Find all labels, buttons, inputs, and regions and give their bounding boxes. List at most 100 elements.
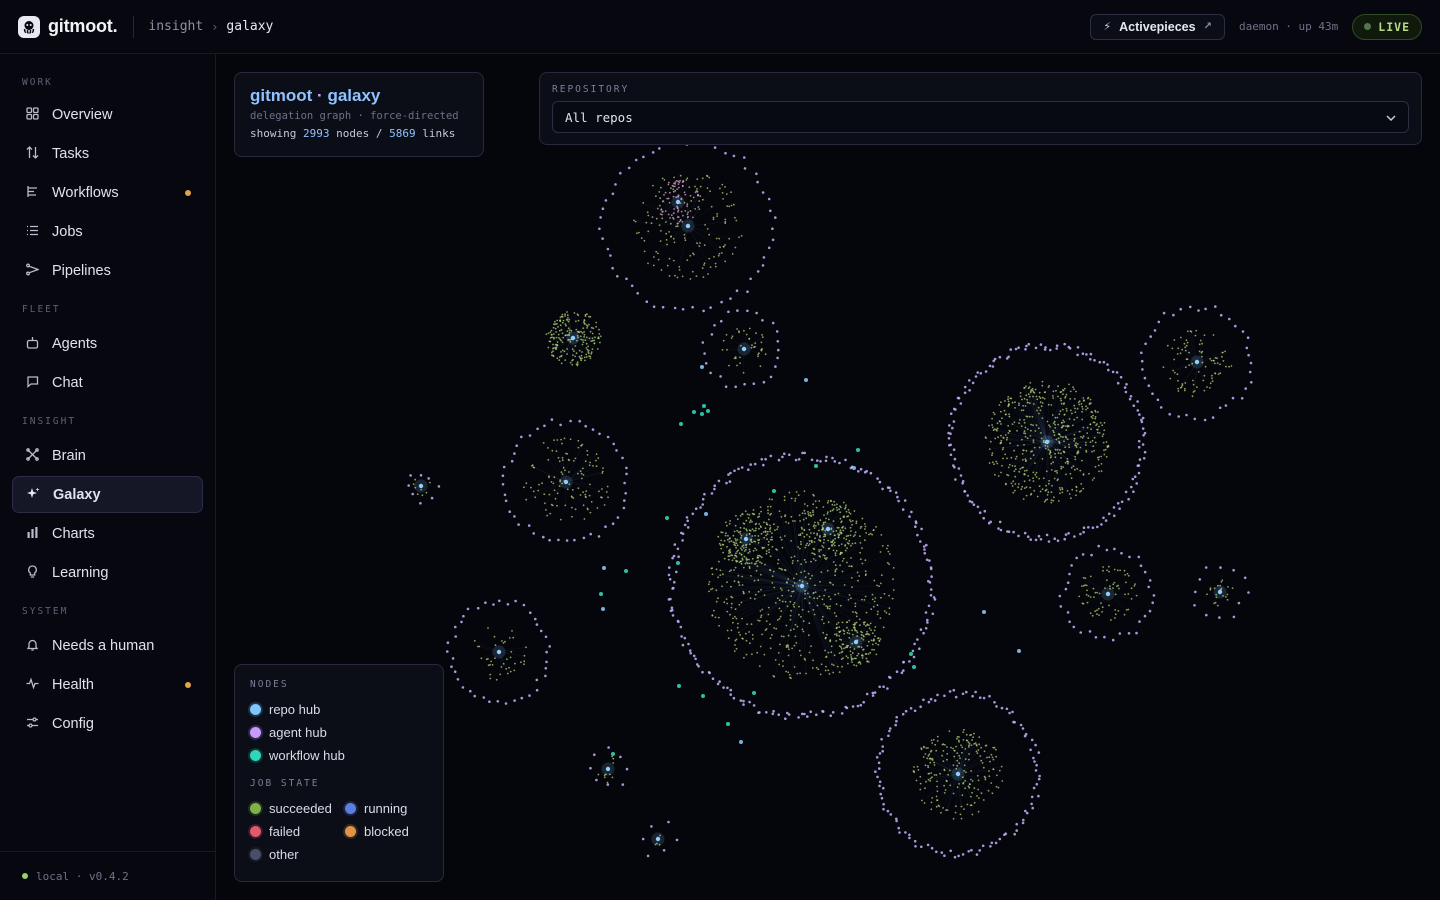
graph-node [1007, 466, 1010, 469]
graph-node [960, 817, 963, 820]
graph-node [1199, 339, 1202, 342]
graph-node [1062, 389, 1064, 391]
sidebar-item-learning[interactable]: Learning [12, 554, 203, 591]
graph-node [964, 787, 966, 790]
sidebar-item-agents[interactable]: Agents [12, 325, 203, 362]
graph-node [570, 335, 576, 341]
graph-node [931, 612, 935, 616]
graph-node [1112, 506, 1116, 509]
graph-node [859, 542, 862, 544]
graph-node [1066, 457, 1069, 460]
graph-node [734, 615, 736, 618]
graph-node [832, 664, 835, 667]
graph-node [1098, 614, 1100, 616]
graph-node [679, 625, 683, 629]
graph-node [1219, 313, 1223, 317]
graph-node [801, 512, 804, 515]
graph-node [1100, 602, 1102, 604]
graph-node [1069, 409, 1072, 412]
graph-node [868, 533, 870, 536]
legend-item: failed [250, 820, 345, 843]
graph-node [819, 556, 822, 558]
graph-node [1050, 404, 1053, 406]
graph-node [997, 527, 1000, 530]
graph-node [1227, 586, 1229, 588]
graph-node [781, 568, 784, 571]
breadcrumb-section[interactable]: insight [148, 19, 203, 34]
sidebar-item-pipelines[interactable]: Pipelines [12, 252, 203, 289]
graph-node [1023, 430, 1026, 433]
graph-node [952, 792, 955, 795]
graph-node [1047, 482, 1050, 485]
sidebar-item-galaxy[interactable]: Galaxy [12, 476, 203, 513]
graph-node [1038, 446, 1041, 449]
graph-node [787, 634, 790, 637]
sidebar-item-jobs[interactable]: Jobs [12, 213, 203, 250]
sidebar-item-brain[interactable]: Brain [12, 437, 203, 474]
graph-node [744, 510, 747, 512]
graph-node [681, 308, 685, 311]
graph-node [886, 809, 890, 813]
graph-node [843, 647, 845, 650]
graph-node [765, 628, 768, 630]
graph-node [827, 621, 830, 624]
graph-node [1064, 587, 1068, 591]
graph-node [672, 586, 675, 590]
graph-node [407, 484, 410, 487]
graph-node [597, 773, 600, 776]
graph-node [582, 467, 584, 470]
graph-node [1208, 387, 1211, 389]
sidebar-item-overview[interactable]: Overview [12, 96, 203, 133]
legend-swatch [345, 803, 356, 814]
graph-node [896, 495, 899, 499]
graph-node [591, 348, 594, 350]
graph-node [556, 344, 559, 347]
graph-node [1092, 587, 1095, 590]
graph-node [936, 799, 938, 801]
graph-node [832, 520, 835, 522]
graph-node [1068, 383, 1070, 386]
graph-node [1087, 437, 1090, 439]
sidebar-item-health[interactable]: Health [12, 666, 203, 703]
graph-node [561, 321, 564, 324]
graph-node [667, 183, 670, 186]
graph-node [942, 760, 945, 763]
graph-node [1128, 397, 1132, 401]
graph-node [1076, 407, 1079, 410]
sidebar-item-chat[interactable]: Chat [12, 364, 203, 401]
sidebar-item-needs-a-human[interactable]: Needs a human [12, 627, 203, 664]
graph-node [606, 783, 610, 786]
repository-select[interactable]: All repos [552, 101, 1409, 133]
graph-node [766, 530, 769, 533]
graph-node [1078, 403, 1081, 406]
graph-node [1116, 502, 1120, 505]
graph-node [807, 544, 810, 547]
brand[interactable]: gitmoot. [18, 15, 118, 38]
graph-node [931, 742, 934, 744]
sidebar-item-workflows[interactable]: Workflows [12, 174, 203, 211]
sidebar-item-tasks[interactable]: Tasks [12, 135, 203, 172]
graph-node [931, 758, 934, 760]
activepieces-button[interactable]: ⚡ Activepieces ↗ [1090, 13, 1225, 40]
graph-node [498, 599, 501, 603]
graph-node [859, 527, 862, 529]
graph-node [787, 644, 789, 646]
graph-node [924, 753, 927, 755]
graph-node [672, 237, 675, 240]
graph-node [1014, 483, 1017, 485]
sidebar-item-charts[interactable]: Charts [12, 515, 203, 552]
graph-node [493, 635, 496, 638]
graph-node [1226, 593, 1229, 596]
graph-node [1022, 404, 1024, 407]
graph-node [1021, 485, 1024, 488]
graph-node [877, 610, 879, 613]
graph-node [561, 313, 564, 316]
sidebar-item-config[interactable]: Config [12, 705, 203, 742]
graph-node [419, 502, 422, 505]
graph-node [1007, 405, 1010, 408]
graph-node [968, 783, 971, 786]
graph-node [1060, 421, 1063, 424]
graph-node [552, 343, 554, 346]
graph-node [766, 538, 768, 541]
graph-node [843, 632, 846, 635]
